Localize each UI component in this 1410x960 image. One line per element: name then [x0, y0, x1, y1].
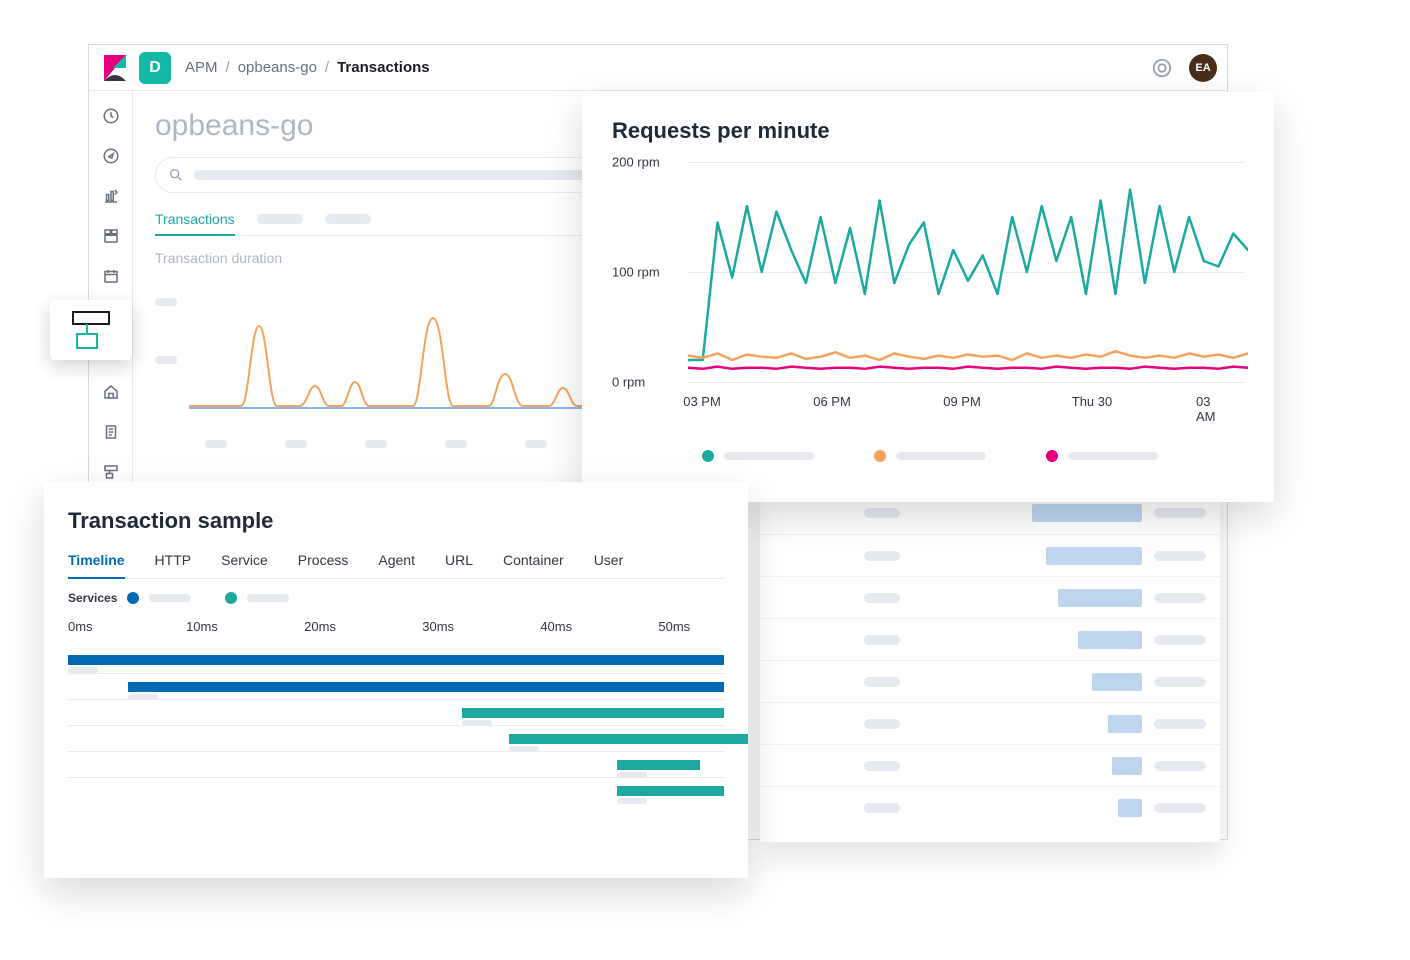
- span-bar: [462, 708, 724, 718]
- avatar[interactable]: EA: [1189, 54, 1217, 82]
- tab-http[interactable]: HTTP: [155, 552, 192, 568]
- timeline-spans: [68, 647, 724, 803]
- service-skeleton: [247, 594, 289, 602]
- tab-user[interactable]: User: [594, 552, 624, 568]
- table-row[interactable]: [760, 618, 1220, 660]
- rpm-title: Requests per minute: [612, 118, 1244, 144]
- rpm-chart: 200 rpm 100 rpm 0 rpm 03 PM 06 PM 09 PM …: [612, 162, 1244, 408]
- table-row[interactable]: [760, 660, 1220, 702]
- apm-icon-card[interactable]: [50, 300, 132, 360]
- span-row[interactable]: [68, 751, 724, 777]
- table-row[interactable]: [760, 576, 1220, 618]
- time-tick: 0ms: [68, 619, 93, 634]
- calendar-icon[interactable]: [98, 263, 124, 289]
- table-row[interactable]: [760, 702, 1220, 744]
- ytick-skeleton: [155, 356, 177, 364]
- crumb-service[interactable]: opbeans-go: [238, 59, 317, 76]
- service-dot-icon: [127, 592, 139, 604]
- time-tick: 50ms: [658, 619, 690, 634]
- legend-skeleton: [724, 452, 814, 460]
- span-row[interactable]: [68, 777, 724, 803]
- span-row[interactable]: [68, 725, 724, 751]
- rpm-xtick-2: 09 PM: [943, 394, 981, 409]
- span-row[interactable]: [68, 699, 724, 725]
- compass-icon[interactable]: [98, 143, 124, 169]
- tab-transactions[interactable]: Transactions: [155, 211, 235, 227]
- xtick-skeleton: [525, 440, 547, 448]
- tab-container[interactable]: Container: [503, 552, 564, 568]
- tab-service[interactable]: Service: [221, 552, 268, 568]
- xtick-skeleton: [205, 440, 227, 448]
- time-tick: 40ms: [540, 619, 572, 634]
- span-bar: [509, 734, 748, 744]
- services-legend: Services: [68, 591, 724, 605]
- transaction-duration-chart: [155, 278, 649, 448]
- data-table-panel: [760, 492, 1220, 842]
- kibana-logo-icon[interactable]: [101, 54, 129, 82]
- transaction-sample-card: Transaction sample Timeline HTTP Service…: [44, 482, 748, 878]
- span-row[interactable]: [68, 673, 724, 699]
- xtick-skeleton: [285, 440, 307, 448]
- breadcrumb-separator: /: [226, 59, 230, 76]
- breadcrumb: APM / opbeans-go / Transactions: [185, 59, 430, 76]
- span-bar: [617, 760, 700, 770]
- search-icon: [168, 167, 184, 183]
- legend-dot-icon: [874, 450, 886, 462]
- tab-url[interactable]: URL: [445, 552, 473, 568]
- table-row[interactable]: [760, 786, 1220, 828]
- legend-dot-icon: [1046, 450, 1058, 462]
- transaction-sample-tabs: Timeline HTTP Service Process Agent URL …: [68, 552, 724, 579]
- span-bar: [128, 682, 724, 692]
- span-row[interactable]: [68, 647, 724, 673]
- time-tick: 30ms: [422, 619, 454, 634]
- legend-dot-icon: [702, 450, 714, 462]
- rpm-xtick-4: 03 AM: [1196, 394, 1228, 424]
- span-bar: [617, 786, 724, 796]
- legend-skeleton: [896, 452, 986, 460]
- time-tick: 10ms: [186, 619, 218, 634]
- tab-skeleton: [257, 214, 303, 224]
- legend-item[interactable]: [874, 450, 986, 462]
- rpm-xtick-1: 06 PM: [813, 394, 851, 409]
- app-badge[interactable]: D: [139, 52, 171, 84]
- header-bar: D APM / opbeans-go / Transactions EA: [89, 45, 1227, 91]
- rpm-svg: [688, 162, 1248, 382]
- timeline-axis: 0ms 10ms 20ms 30ms 40ms 50ms: [68, 619, 724, 639]
- rpm-ytick-0: 200 rpm: [612, 155, 660, 170]
- breadcrumb-separator: /: [325, 59, 329, 76]
- rpm-ytick-1: 100 rpm: [612, 265, 660, 280]
- rpm-legend: [702, 450, 1244, 462]
- xtick-skeleton: [445, 440, 467, 448]
- dashboard-icon[interactable]: [98, 223, 124, 249]
- span-bar: [68, 655, 724, 665]
- service-skeleton: [149, 594, 191, 602]
- time-tick: 20ms: [304, 619, 336, 634]
- rpm-xtick-0: 03 PM: [683, 394, 721, 409]
- home-icon[interactable]: [98, 379, 124, 405]
- tab-agent[interactable]: Agent: [378, 552, 415, 568]
- rpm-ytick-2: 0 rpm: [612, 375, 645, 390]
- document-icon[interactable]: [98, 419, 124, 445]
- clock-icon[interactable]: [98, 103, 124, 129]
- xtick-skeleton: [365, 440, 387, 448]
- tab-timeline[interactable]: Timeline: [68, 552, 125, 568]
- legend-item[interactable]: [1046, 450, 1158, 462]
- tab-skeleton: [325, 214, 371, 224]
- chart-bar-icon[interactable]: [98, 183, 124, 209]
- transaction-sample-title: Transaction sample: [68, 508, 724, 534]
- service-dot-icon: [225, 592, 237, 604]
- legend-skeleton: [1068, 452, 1158, 460]
- services-label: Services: [68, 591, 117, 605]
- rpm-xtick-3: Thu 30: [1072, 394, 1112, 409]
- table-row[interactable]: [760, 534, 1220, 576]
- legend-item[interactable]: [702, 450, 814, 462]
- help-icon[interactable]: [1151, 57, 1173, 79]
- rpm-card: Requests per minute 200 rpm 100 rpm 0 rp…: [582, 92, 1274, 502]
- crumb-current: Transactions: [337, 59, 430, 76]
- tab-process[interactable]: Process: [298, 552, 349, 568]
- crumb-apm[interactable]: APM: [185, 59, 218, 76]
- span-label-skeleton: [617, 798, 647, 804]
- table-row[interactable]: [760, 744, 1220, 786]
- ytick-skeleton: [155, 298, 177, 306]
